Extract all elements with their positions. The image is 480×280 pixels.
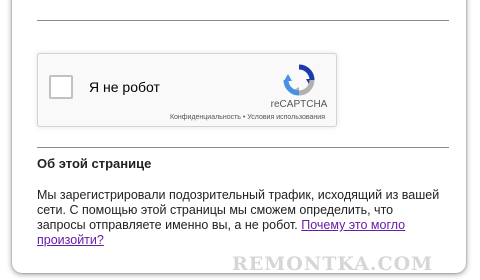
- top-divider: [37, 20, 449, 21]
- recaptcha-widget: Я не робот reCAPTCHA Конфиденциальность …: [37, 53, 337, 127]
- not-robot-checkbox[interactable]: [49, 75, 73, 99]
- terms-link[interactable]: Условия использования: [247, 114, 325, 121]
- recaptcha-brand: reCAPTCHA: [270, 99, 328, 110]
- recaptcha-terms: Конфиденциальность • Условия использован…: [170, 114, 325, 121]
- privacy-link[interactable]: Конфиденциальность: [170, 114, 241, 121]
- section-divider: [37, 147, 449, 148]
- watermark: REMONTKA.COM: [232, 253, 434, 275]
- captcha-page-card: Я не робот reCAPTCHA Конфиденциальность …: [12, 0, 466, 273]
- not-robot-label: Я не робот: [89, 79, 160, 95]
- about-paragraph: Мы зарегистрировали подозрительный трафи…: [37, 188, 442, 248]
- about-heading: Об этой странице: [37, 156, 152, 171]
- recaptcha-logo-icon: [283, 64, 315, 96]
